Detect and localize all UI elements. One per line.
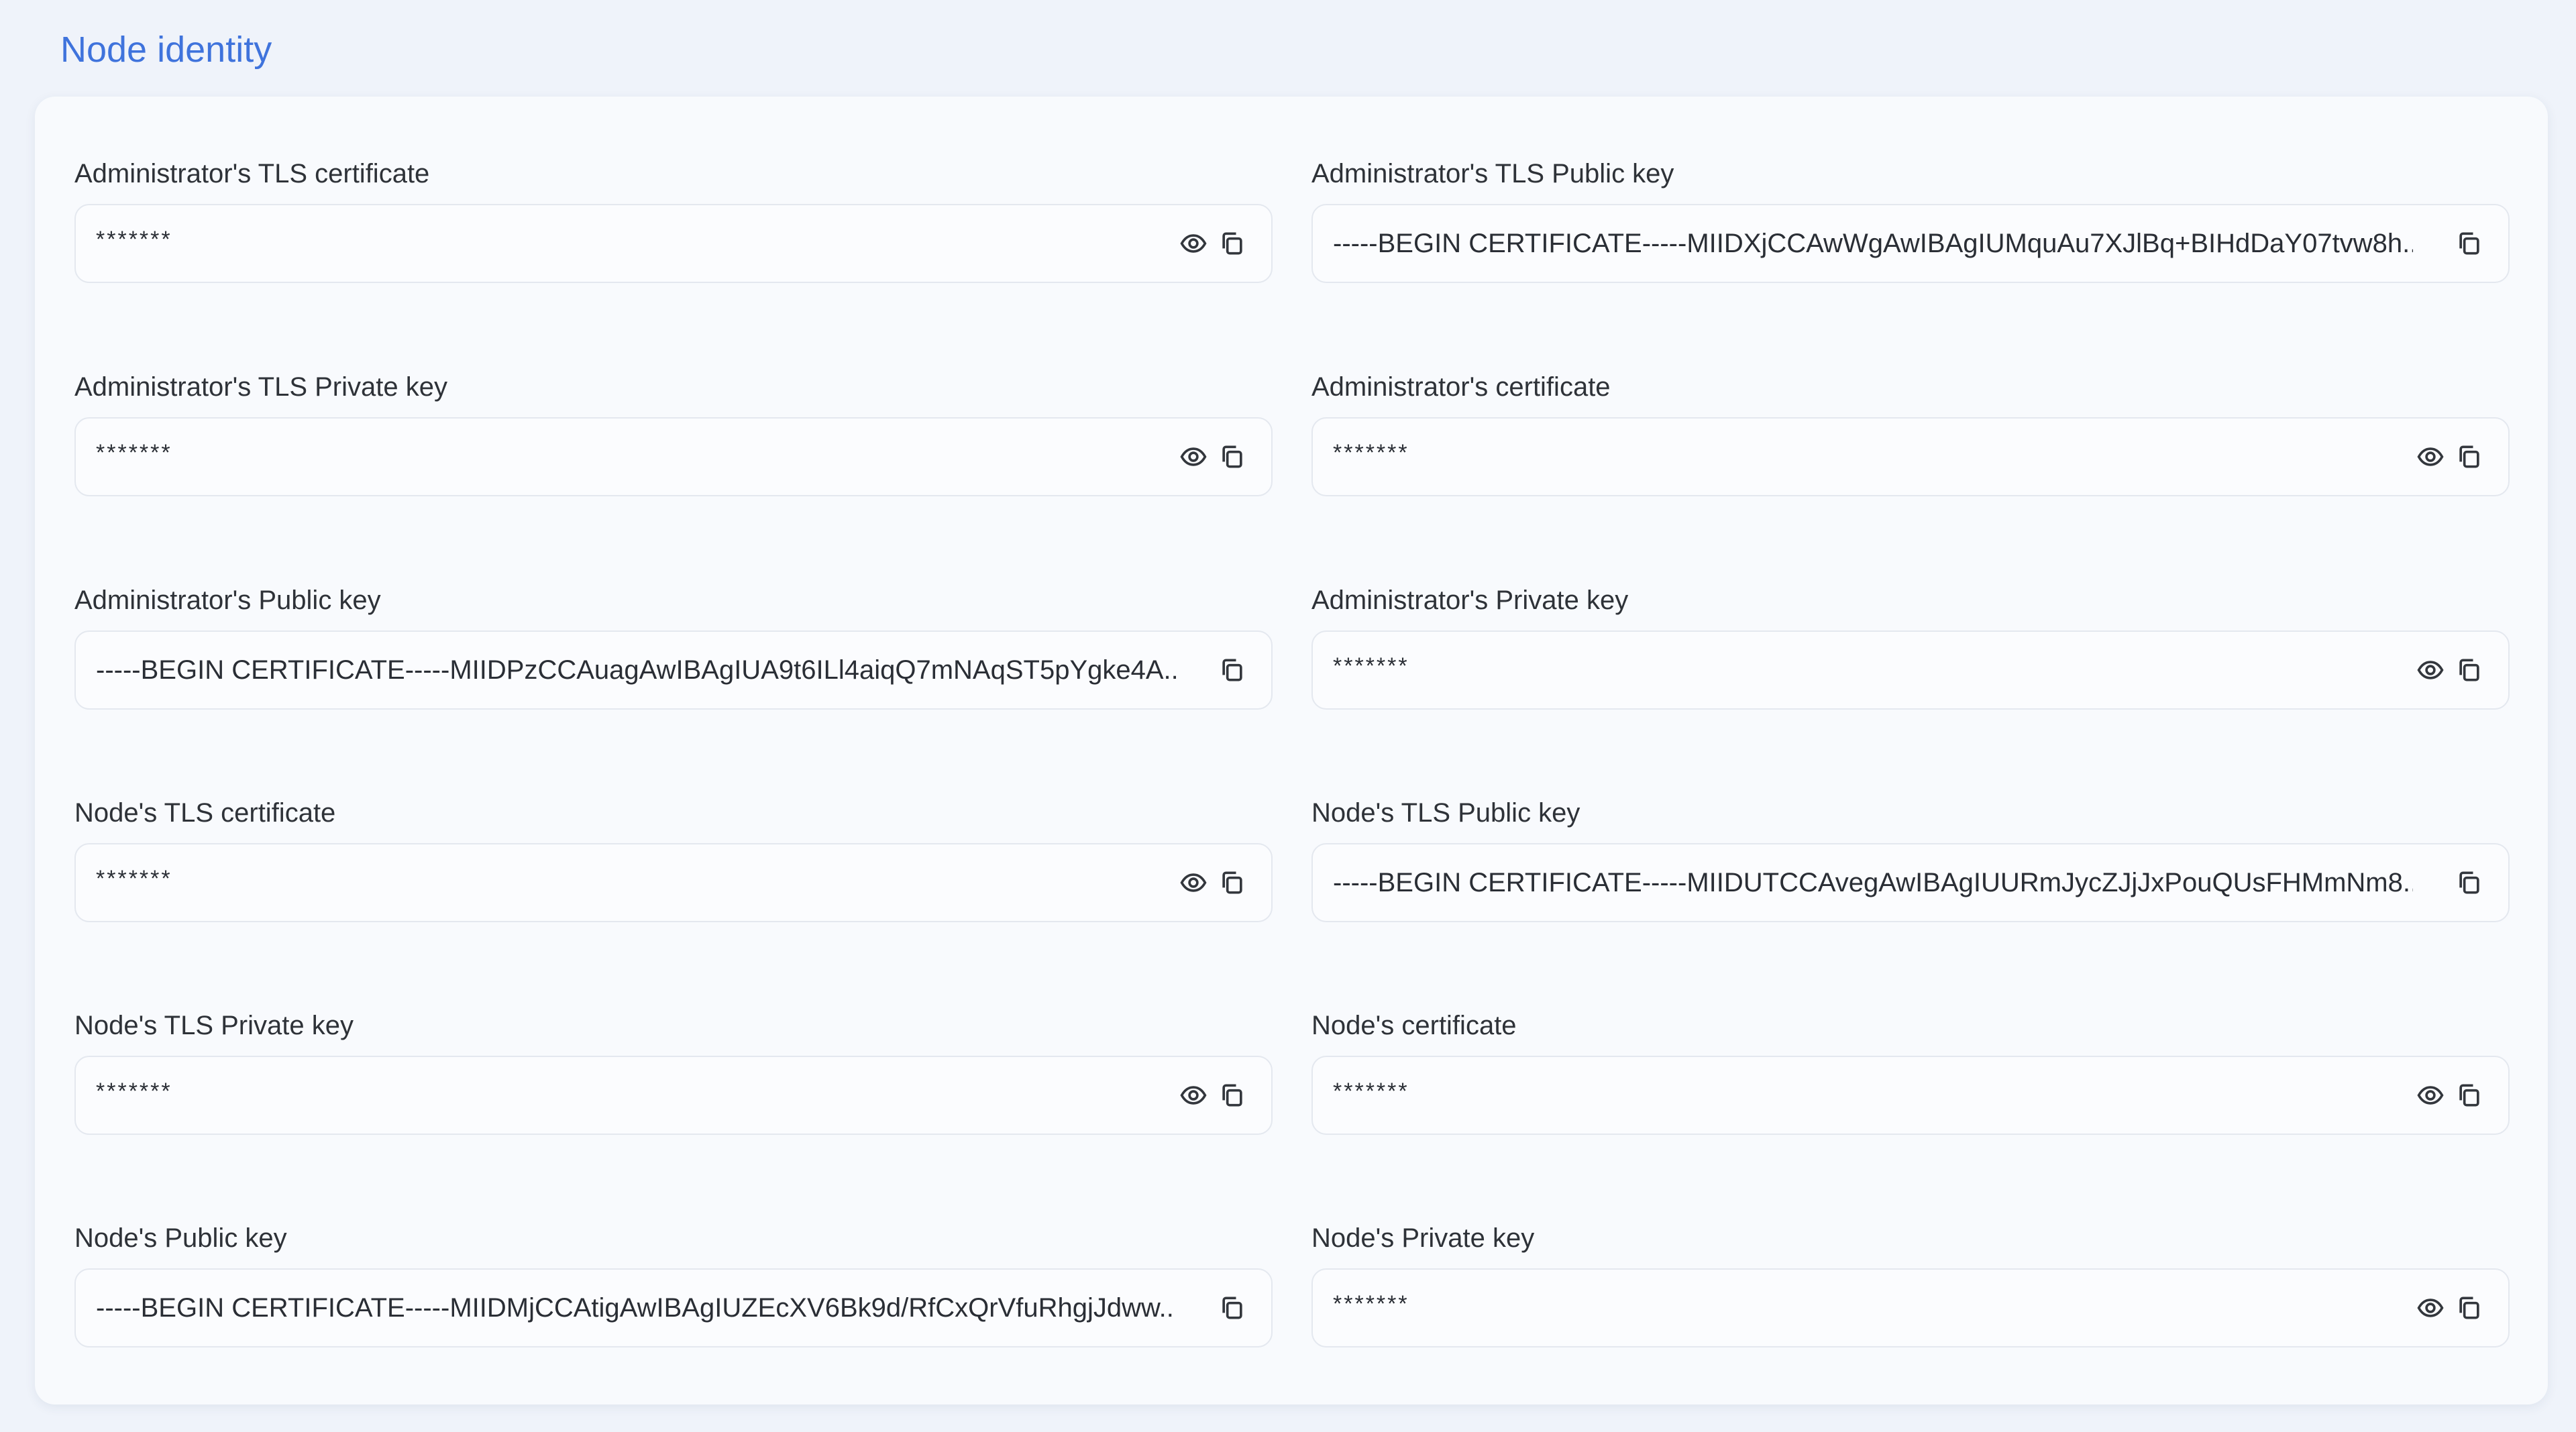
copy-icon[interactable] [2455,868,2484,897]
field-value: -----BEGIN CERTIFICATE-----MIIDUTCCAvegA… [1333,868,2413,897]
field-value: -----BEGIN CERTIFICATE-----MIIDMjCCAtigA… [96,1293,1176,1323]
copy-icon[interactable] [1218,655,1247,685]
copy-icon[interactable] [2455,442,2484,472]
copy-icon[interactable] [1218,868,1247,897]
copy-icon[interactable] [2455,1293,2484,1323]
field-input-node-certificate[interactable]: ******* [1311,1056,2510,1135]
field-label: Node's TLS Public key [1311,798,1580,828]
eye-icon[interactable] [1179,442,1208,472]
field-label: Administrator's TLS Public key [1311,159,1674,188]
field-label: Administrator's TLS Private key [74,372,447,402]
field-value: ******* [1333,1291,1409,1317]
eye-icon[interactable] [1179,1081,1208,1110]
field-value: -----BEGIN CERTIFICATE-----MIIDPzCCAuagA… [96,655,1176,685]
field-value: ******* [1333,1079,1409,1104]
field-value: -----BEGIN CERTIFICATE-----MIIDXjCCAwWgA… [1333,229,2413,258]
field-input-node-private-key[interactable]: ******* [1311,1268,2510,1347]
field-label: Administrator's TLS certificate [74,159,430,188]
copy-icon[interactable] [1218,229,1247,258]
copy-icon[interactable] [1218,1293,1247,1323]
field-input-node-public-key[interactable]: -----BEGIN CERTIFICATE-----MIIDMjCCAtigA… [74,1268,1273,1347]
page-title: Node identity [60,30,272,70]
field-input-admin-certificate[interactable]: ******* [1311,417,2510,496]
field-value: ******* [96,866,172,891]
copy-icon[interactable] [1218,1081,1247,1110]
field-input-node-tls-private-key[interactable]: ******* [74,1056,1273,1135]
field-input-node-tls-certificate[interactable]: ******* [74,843,1273,922]
field-value: ******* [1333,653,1409,679]
copy-icon[interactable] [2455,1081,2484,1110]
eye-icon[interactable] [2416,655,2445,685]
field-value: ******* [96,440,172,465]
eye-icon[interactable] [1179,229,1208,258]
field-input-admin-tls-private-key[interactable]: ******* [74,417,1273,496]
eye-icon[interactable] [2416,1081,2445,1110]
field-label: Administrator's certificate [1311,372,1611,402]
field-input-admin-private-key[interactable]: ******* [1311,630,2510,710]
field-label: Node's TLS certificate [74,798,336,828]
copy-icon[interactable] [1218,442,1247,472]
eye-icon[interactable] [1179,868,1208,897]
node-identity-card: Administrator's TLS certificate ******* … [35,97,2548,1405]
field-input-admin-tls-public-key[interactable]: -----BEGIN CERTIFICATE-----MIIDXjCCAwWgA… [1311,204,2510,283]
field-label: Node's certificate [1311,1011,1517,1040]
copy-icon[interactable] [2455,655,2484,685]
field-input-admin-tls-certificate[interactable]: ******* [74,204,1273,283]
eye-icon[interactable] [2416,442,2445,472]
field-label: Administrator's Private key [1311,586,1629,615]
field-label: Node's TLS Private key [74,1011,354,1040]
eye-icon[interactable] [2416,1293,2445,1323]
field-label: Node's Private key [1311,1223,1535,1253]
field-input-admin-public-key[interactable]: -----BEGIN CERTIFICATE-----MIIDPzCCAuagA… [74,630,1273,710]
field-value: ******* [96,227,172,252]
field-label: Node's Public key [74,1223,287,1253]
copy-icon[interactable] [2455,229,2484,258]
field-label: Administrator's Public key [74,586,381,615]
field-input-node-tls-public-key[interactable]: -----BEGIN CERTIFICATE-----MIIDUTCCAvegA… [1311,843,2510,922]
field-value: ******* [96,1079,172,1104]
field-value: ******* [1333,440,1409,465]
